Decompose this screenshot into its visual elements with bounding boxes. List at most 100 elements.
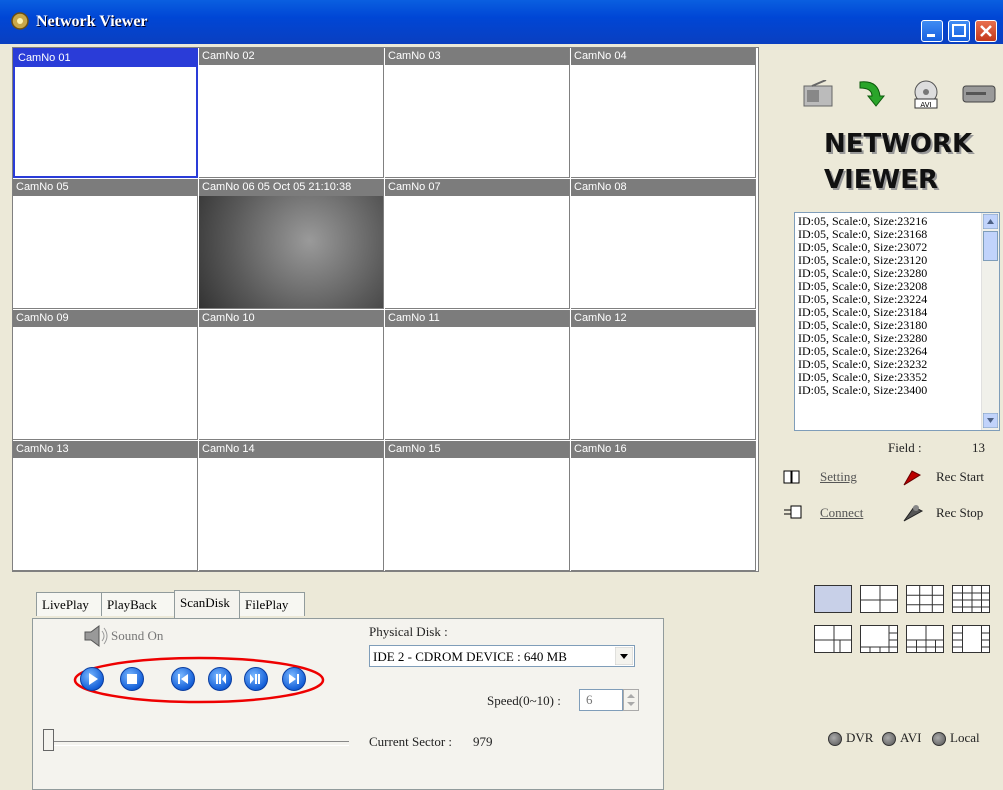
scroll-thumb[interactable] bbox=[983, 231, 998, 261]
camera-label: CamNo 13 bbox=[13, 441, 197, 458]
step-forward-icon bbox=[250, 674, 260, 684]
position-slider-track[interactable] bbox=[43, 741, 349, 746]
setting-icon[interactable] bbox=[782, 469, 800, 487]
camera-cell-01[interactable]: CamNo 01 bbox=[13, 48, 198, 178]
speaker-icon[interactable] bbox=[81, 623, 111, 649]
radio-icon[interactable] bbox=[802, 80, 834, 108]
first-button[interactable] bbox=[171, 667, 195, 691]
avi-radio[interactable] bbox=[882, 732, 896, 746]
title-bar: Network Viewer bbox=[0, 0, 1003, 44]
rec-start-icon[interactable] bbox=[902, 467, 922, 487]
layout-13-button[interactable] bbox=[952, 625, 990, 653]
minimize-button[interactable] bbox=[921, 20, 943, 42]
tab-scandisk[interactable]: ScanDisk bbox=[174, 590, 240, 618]
camera-cell-05[interactable]: CamNo 05 bbox=[13, 179, 198, 309]
rec-start-button[interactable]: Rec Start bbox=[936, 469, 984, 485]
layout-8-button[interactable] bbox=[860, 625, 898, 653]
connect-link[interactable]: Connect bbox=[820, 505, 863, 521]
camera-label: CamNo 01 bbox=[15, 50, 196, 67]
camera-cell-06[interactable]: CamNo 06 05 Oct 05 21:10:38 bbox=[199, 179, 384, 309]
avi-label: AVI bbox=[900, 730, 922, 745]
camera-cell-03[interactable]: CamNo 03 bbox=[385, 48, 570, 178]
camera-label: CamNo 06 05 Oct 05 21:10:38 bbox=[199, 179, 383, 196]
camera-video-feed bbox=[199, 196, 383, 308]
play-button[interactable] bbox=[80, 667, 104, 691]
maximize-button[interactable] bbox=[948, 20, 970, 42]
camera-label: CamNo 10 bbox=[199, 310, 383, 327]
sound-toggle-label[interactable]: Sound On bbox=[111, 628, 163, 644]
client-area: CamNo 01 CamNo 02 CamNo 03 CamNo 04 CamN… bbox=[4, 44, 1000, 790]
rec-stop-icon[interactable] bbox=[902, 501, 924, 523]
layout-10-button[interactable] bbox=[906, 625, 944, 653]
camera-label: CamNo 11 bbox=[385, 310, 569, 327]
speed-value: 6 bbox=[586, 692, 593, 707]
camera-label: CamNo 02 bbox=[199, 48, 383, 65]
scroll-up-icon[interactable] bbox=[983, 214, 998, 229]
disk-select-value: IDE 2 - CDROM DEVICE : 640 MB bbox=[373, 649, 567, 664]
disk-label: Physical Disk : bbox=[369, 624, 448, 639]
position-slider-thumb[interactable] bbox=[43, 729, 54, 751]
skip-start-icon bbox=[178, 674, 188, 684]
camera-cell-11[interactable]: CamNo 11 bbox=[385, 310, 570, 440]
camera-cell-09[interactable]: CamNo 09 bbox=[13, 310, 198, 440]
camera-cell-08[interactable]: CamNo 08 bbox=[571, 179, 756, 309]
control-tabs: LivePlay PlayBack ScanDisk FilePlay Soun… bbox=[32, 590, 664, 790]
tab-playback[interactable]: PlayBack bbox=[101, 592, 175, 616]
camera-cell-14[interactable]: CamNo 14 bbox=[199, 441, 384, 571]
layout-3x3-button[interactable] bbox=[906, 585, 944, 613]
camera-label: CamNo 15 bbox=[385, 441, 569, 458]
connect-icon[interactable] bbox=[782, 504, 804, 520]
dvr-label: DVR bbox=[846, 730, 874, 745]
layout-2x2-button[interactable] bbox=[860, 585, 898, 613]
close-icon bbox=[980, 25, 992, 37]
camera-cell-04[interactable]: CamNo 04 bbox=[571, 48, 756, 178]
step-forward-button[interactable] bbox=[244, 667, 268, 691]
brand-logo: NETWORK VIEWER bbox=[824, 126, 972, 198]
camera-label: CamNo 16 bbox=[571, 441, 755, 458]
stop-button[interactable] bbox=[120, 667, 144, 691]
scroll-down-icon[interactable] bbox=[983, 413, 998, 428]
tab-liveplay[interactable]: LivePlay bbox=[36, 592, 102, 616]
camera-label: CamNo 14 bbox=[199, 441, 383, 458]
log-lines: ID:05, Scale:0, Size:23216 ID:05, Scale:… bbox=[798, 215, 978, 397]
window-title: Network Viewer bbox=[36, 13, 148, 30]
sector-label: Current Sector : bbox=[369, 734, 453, 749]
download-icon[interactable] bbox=[854, 78, 886, 110]
spinner-arrows-icon bbox=[627, 694, 635, 706]
layout-4x4-button[interactable] bbox=[952, 585, 990, 613]
speed-spinner[interactable] bbox=[623, 689, 639, 711]
camera-cell-02[interactable]: CamNo 02 bbox=[199, 48, 384, 178]
last-button[interactable] bbox=[282, 667, 306, 691]
stop-icon bbox=[127, 674, 137, 684]
camera-cell-12[interactable]: CamNo 12 bbox=[571, 310, 756, 440]
camera-cell-10[interactable]: CamNo 10 bbox=[199, 310, 384, 440]
dvr-radio[interactable] bbox=[828, 732, 842, 746]
log-listbox[interactable]: ID:05, Scale:0, Size:23216 ID:05, Scale:… bbox=[794, 212, 1000, 431]
camera-cell-15[interactable]: CamNo 15 bbox=[385, 441, 570, 571]
play-icon bbox=[89, 673, 98, 685]
tab-fileplay[interactable]: FilePlay bbox=[239, 592, 305, 616]
layout-1x1-button[interactable] bbox=[814, 585, 852, 613]
camera-label: CamNo 04 bbox=[571, 48, 755, 65]
chevron-down-icon[interactable] bbox=[615, 647, 633, 665]
camera-label: CamNo 08 bbox=[571, 179, 755, 196]
avi-icon[interactable]: AVI bbox=[910, 78, 942, 110]
log-scrollbar[interactable] bbox=[981, 213, 999, 430]
camera-label: CamNo 07 bbox=[385, 179, 569, 196]
maximize-icon bbox=[952, 24, 966, 37]
brand-line-2: VIEWER bbox=[824, 165, 939, 195]
camera-cell-13[interactable]: CamNo 13 bbox=[13, 441, 198, 571]
layout-6-button[interactable] bbox=[814, 625, 852, 653]
camera-cell-07[interactable]: CamNo 07 bbox=[385, 179, 570, 309]
close-button[interactable] bbox=[975, 20, 997, 42]
local-radio[interactable] bbox=[932, 732, 946, 746]
camera-cell-16[interactable]: CamNo 16 bbox=[571, 441, 756, 571]
setting-link[interactable]: Setting bbox=[820, 469, 857, 485]
rec-stop-button[interactable]: Rec Stop bbox=[936, 505, 983, 521]
speed-label: Speed(0~10) : bbox=[487, 693, 561, 708]
disk-select[interactable]: IDE 2 - CDROM DEVICE : 640 MB bbox=[369, 645, 635, 667]
drive-icon[interactable] bbox=[962, 84, 996, 104]
step-back-button[interactable] bbox=[208, 667, 232, 691]
speed-input[interactable]: 6 bbox=[579, 689, 623, 711]
svg-text:AVI: AVI bbox=[920, 101, 931, 109]
